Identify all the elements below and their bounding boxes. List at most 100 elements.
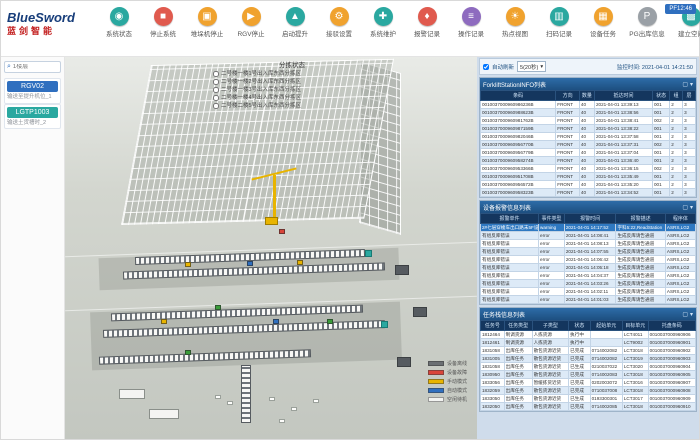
column-header[interactable]: 层 xyxy=(683,91,696,101)
column-header[interactable]: 状态 xyxy=(653,91,670,101)
device-button[interactable]: LGTP1003 xyxy=(7,107,58,118)
toolbar-button[interactable]: ▥ 扫码记录 xyxy=(537,7,581,38)
column-header[interactable]: 条码 xyxy=(481,91,556,101)
task-panel-title-bar[interactable]: 任务栈信息列表 ▢ ▾ xyxy=(480,308,696,320)
agv-vehicle-green[interactable] xyxy=(185,350,191,355)
toolbar-button[interactable]: ⚙ 接驳设置 xyxy=(317,7,361,38)
sorting-checkbox-item[interactable]: 二号楼一楼2号出入库东西分拣区 xyxy=(213,78,371,86)
table-row[interactable]: 0010037000960958323BFRONT402021-04-01 13… xyxy=(481,189,696,197)
toolbar-button[interactable]: ▲ 启动提升 xyxy=(273,7,317,38)
column-header[interactable]: 程序体 xyxy=(665,214,695,224)
window-icon[interactable]: ▢ xyxy=(682,204,688,211)
column-header[interactable]: 状态 xyxy=(569,321,591,331)
table-row[interactable]: 0010037000960987159BFRONT402021-04-01 13… xyxy=(481,125,696,133)
toolbar-button[interactable]: P PG出库信息 xyxy=(625,7,669,38)
table-row[interactable]: 0010037000960981762BFRONT402021-04-01 13… xyxy=(481,117,696,125)
collapse-icon[interactable]: ▾ xyxy=(690,311,693,318)
device-card[interactable]: RGV02 输送至提升机位_1 xyxy=(4,78,61,104)
table-row[interactable]: 1833056出库任务暂缓拣货近货已完成0202003072LCT3016001… xyxy=(481,379,696,387)
table-row[interactable]: 有组反库错误error2021-04-01 14:05:18生成反库请告通道AS… xyxy=(481,264,696,272)
sorting-checkbox-item[interactable]: 二号楼一楼1号出入库东西分拣区 xyxy=(213,70,371,78)
table-row[interactable]: 1812461制调货源人拣货源执行中LCT9002001003700096090… xyxy=(481,339,696,347)
table-row[interactable]: 1832059出库任务散包货源近货已完成0710037008LCT3018001… xyxy=(481,387,696,395)
window-icon[interactable]: ▢ xyxy=(682,311,688,318)
agv-vehicle-green[interactable] xyxy=(215,305,221,310)
table-row[interactable]: 2#七层穿梭车出口路末5F设备warning2021-04-01 14:17:5… xyxy=(481,224,696,232)
stacker-crane[interactable] xyxy=(265,217,278,225)
table-row[interactable]: 1831005出库任务散包货源近货已完成0714002082LCT3019001… xyxy=(481,355,696,363)
column-header[interactable]: 事件类型 xyxy=(539,214,565,224)
table-row[interactable]: 有组反库错误error2021-04-01 14:01:03生成反库请告通道AS… xyxy=(481,296,696,304)
table-row[interactable]: 0010037000960951708BFRONT402021-04-01 13… xyxy=(481,173,696,181)
table-row[interactable]: 有组反库错误error2021-04-01 14:08:41生成反库请告通道AS… xyxy=(481,232,696,240)
toolbar-button[interactable]: ▣ 堆垛机停止 xyxy=(185,7,229,38)
refresh-interval-select[interactable]: 5(20秒) ▾ xyxy=(517,61,546,72)
sorting-checkbox[interactable] xyxy=(213,103,219,109)
device-button[interactable]: RGV02 xyxy=(7,81,58,92)
table-row[interactable]: 有组反库错误error2021-04-01 14:07:55生成反库请告通道AS… xyxy=(481,248,696,256)
column-header[interactable]: 子类型 xyxy=(532,321,569,331)
toolbar-button[interactable]: ▶ RGV停止 xyxy=(229,7,273,38)
table-row[interactable]: 0010037000960958274BFRONT402021-04-01 13… xyxy=(481,157,696,165)
sorting-checkbox-item[interactable]: 二号楼一楼4号出入库东西分拣区 xyxy=(213,94,371,102)
column-header[interactable]: 报警单件 xyxy=(481,214,539,224)
table-row[interactable]: 1812464制调货源人拣货源执行中LCT4011001003700096090… xyxy=(481,331,696,339)
toolbar-button[interactable]: ▦ 设备任务 xyxy=(581,7,625,38)
column-header[interactable]: 报警描述 xyxy=(616,214,665,224)
lift-station-1[interactable] xyxy=(365,250,372,257)
device-card[interactable]: LGTP1003 输送土货槽时_2 xyxy=(4,104,61,130)
table-row[interactable]: 有组反库错误error2021-04-01 14:04:37生成反库请告通道AS… xyxy=(481,272,696,280)
column-header[interactable]: 目标单元 xyxy=(622,321,648,331)
column-header[interactable]: 数量 xyxy=(579,91,594,101)
rgv-vehicle-blue[interactable] xyxy=(273,319,279,324)
rgv-vehicle-blue[interactable] xyxy=(247,261,253,266)
toolbar-button[interactable]: ≡ 操作记录 xyxy=(449,7,493,38)
table-row[interactable]: 有组反库错误error2021-04-01 14:08:13生成反库请告通道AS… xyxy=(481,240,696,248)
fault-vehicle-red[interactable] xyxy=(279,229,285,234)
table-row[interactable]: 0010037000960956770BFRONT402021-04-01 13… xyxy=(481,141,696,149)
column-header[interactable]: 报警时间 xyxy=(564,214,616,224)
search-input[interactable] xyxy=(13,64,58,70)
toolbar-button[interactable]: ♦ 报警记录 xyxy=(405,7,449,38)
column-header[interactable]: 方向 xyxy=(556,91,580,101)
sorting-checkbox[interactable] xyxy=(213,79,219,85)
column-header[interactable]: 任务类型 xyxy=(504,321,532,331)
shuttle-vehicle-yellow[interactable] xyxy=(185,262,191,267)
device-search[interactable]: ⌕ xyxy=(4,61,61,73)
table-row[interactable]: 1832050出库任务散包货源近货已完成0714002085LCT3018001… xyxy=(481,403,696,411)
shuttle-vehicle-yellow[interactable] xyxy=(161,319,167,324)
column-header[interactable]: 组 xyxy=(670,91,683,101)
column-header[interactable]: 托盘条码 xyxy=(648,321,695,331)
table-row[interactable]: 1833050出库任务散包货源近货已生成0193300301LCT3017001… xyxy=(481,395,696,403)
sorting-checkbox[interactable] xyxy=(213,95,219,101)
toolbar-button[interactable]: ◉ 系统状态 xyxy=(97,7,141,38)
table-row[interactable]: 1830950出库任务散包货源近货已完成0714002083LCT3018001… xyxy=(481,371,696,379)
warehouse-3d-view[interactable]: 分拣状态 二号楼一楼1号出入库东西分拣区 二号楼一楼2号出入库东西分拣区 xyxy=(65,57,477,439)
sorting-checkbox[interactable] xyxy=(213,87,219,93)
table-row[interactable]: 0010037000960988623BFRONT402021-04-01 13… xyxy=(481,109,696,117)
status-badge[interactable]: PF12:46 xyxy=(665,4,696,14)
column-header[interactable]: 任务号 xyxy=(481,321,505,331)
table-row[interactable]: 0010037000960986236BFRONT402021-04-01 13… xyxy=(481,101,696,109)
window-icon[interactable]: ▢ xyxy=(682,81,688,88)
table-row[interactable]: 0010037000960953366BFRONT402021-04-01 13… xyxy=(481,165,696,173)
column-header[interactable]: 抵达时间 xyxy=(594,91,652,101)
collapse-icon[interactable]: ▾ xyxy=(690,81,693,88)
table-row[interactable]: 0010037000960956779BFRONT402021-04-01 13… xyxy=(481,149,696,157)
column-header[interactable]: 起始单元 xyxy=(590,321,622,331)
auto-refresh-checkbox[interactable] xyxy=(483,64,489,70)
sorting-checkbox[interactable] xyxy=(213,71,219,77)
sorting-checkbox-item[interactable]: 二号楼二楼5号出入库东西分拣区 xyxy=(213,102,371,110)
shuttle-vehicle-yellow[interactable] xyxy=(297,260,303,265)
station-panel-title-bar[interactable]: ForkliftStationINFO列表 ▢ ▾ xyxy=(480,78,696,90)
table-row[interactable]: 1831058出库任务散包货源近货已生成0210037022LCT3020001… xyxy=(481,363,696,371)
agv-vehicle-green[interactable] xyxy=(327,319,333,324)
table-row[interactable]: 0010037000960982046BFRONT402021-04-01 13… xyxy=(481,133,696,141)
toolbar-button[interactable]: ☀ 热点视图 xyxy=(493,7,537,38)
toolbar-button[interactable]: ✚ 系统维护 xyxy=(361,7,405,38)
table-row[interactable]: 1831058出库任务散包货源近货已完成0714002082LCT3018001… xyxy=(481,347,696,355)
alarm-panel-title-bar[interactable]: 设备报警信息列表 ▢ ▾ xyxy=(480,201,696,213)
table-row[interactable]: 有组反库错误error2021-04-01 14:03:26生成反库请告通道AS… xyxy=(481,280,696,288)
toolbar-button[interactable]: ■ 停止系统 xyxy=(141,7,185,38)
table-row[interactable]: 有组反库错误error2021-04-01 14:06:42生成反库请告通道AS… xyxy=(481,256,696,264)
